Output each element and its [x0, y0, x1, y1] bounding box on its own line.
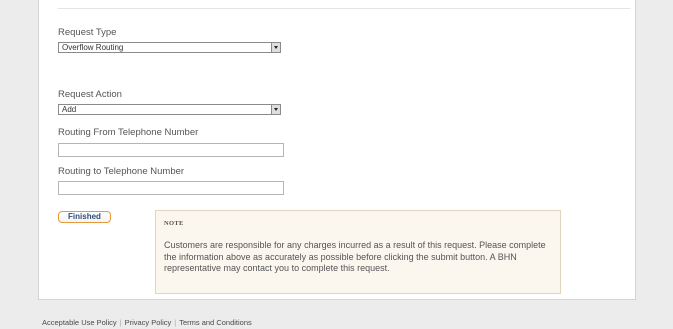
routing-from-label: Routing From Telephone Number [58, 127, 199, 138]
footer-link-privacy[interactable]: Privacy Policy [125, 318, 172, 327]
request-type-value: Overflow Routing [62, 43, 124, 52]
request-action-select[interactable]: Add [58, 104, 281, 115]
request-type-label: Request Type [58, 27, 117, 38]
request-action-label: Request Action [58, 89, 122, 100]
routing-to-label: Routing to Telephone Number [58, 166, 185, 177]
footer-links: Acceptable Use Policy | Privacy Policy | Ter… [42, 318, 252, 327]
routing-to-input[interactable] [58, 181, 284, 195]
footer-link-terms[interactable]: Terms and Conditions [179, 318, 252, 327]
request-type-select[interactable]: Overflow Routing [58, 42, 281, 53]
divider [58, 8, 630, 9]
finished-button[interactable]: Finished [58, 211, 111, 223]
footer-link-acceptable-use[interactable]: Acceptable Use Policy [42, 318, 117, 327]
note-box: NOTE Customers are responsible for any c… [155, 210, 561, 294]
note-text: Customers are responsible for any charge… [164, 240, 546, 273]
chevron-down-icon[interactable] [271, 105, 280, 114]
note-title: NOTE [164, 220, 184, 227]
footer-separator: | [174, 318, 177, 327]
routing-from-input[interactable] [58, 143, 284, 157]
request-action-value: Add [62, 105, 77, 114]
chevron-down-icon[interactable] [271, 43, 280, 52]
footer-separator: | [119, 318, 122, 327]
